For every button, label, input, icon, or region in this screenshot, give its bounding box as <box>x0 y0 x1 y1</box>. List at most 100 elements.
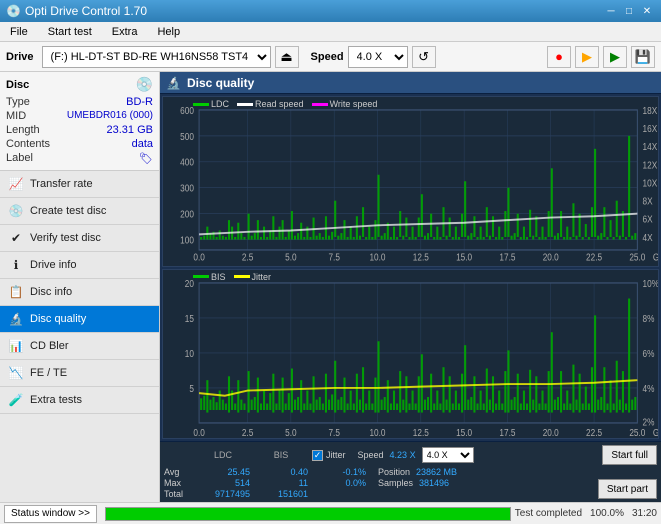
menu-file[interactable]: File <box>4 24 34 40</box>
chart2-svg: 20 15 10 5 10% 8% 6% 4% 2% 0.0 2.5 5.0 7… <box>163 270 658 439</box>
save-button[interactable]: 💾 <box>631 46 655 68</box>
content-header-icon: 🔬 <box>166 76 181 90</box>
create-disc-icon: 💿 <box>8 203 24 219</box>
svg-text:25.0: 25.0 <box>629 427 645 438</box>
chart-ldc: LDC Read speed Write speed <box>162 96 659 267</box>
samples-value: 381496 <box>419 478 449 488</box>
sidebar: Disc 💿 Type BD-R MID UMEBDR016 (000) Len… <box>0 72 160 502</box>
sidebar-item-label: Create test disc <box>30 205 106 217</box>
fe-te-icon: 📉 <box>8 365 24 381</box>
stats-data-rows: Avg 25.45 0.40 -0.1% Position 23862 MB M… <box>164 467 657 499</box>
sidebar-item-create-test-disc[interactable]: 💿 Create test disc <box>0 198 159 225</box>
svg-text:7.5: 7.5 <box>328 427 339 438</box>
disc-length-value: 23.31 GB <box>107 124 153 136</box>
disc-info-icon: 📋 <box>8 284 24 300</box>
total-label: Total <box>164 489 192 499</box>
status-window-button[interactable]: Status window >> <box>4 505 97 523</box>
svg-text:7.5: 7.5 <box>328 251 339 262</box>
disc-contents-label: Contents <box>6 138 50 150</box>
start-part-container: Start part <box>598 479 657 499</box>
sidebar-item-disc-info[interactable]: 📋 Disc info <box>0 279 159 306</box>
disc-panel-title: Disc <box>6 79 29 91</box>
sidebar-item-extra-tests[interactable]: 🧪 Extra tests <box>0 387 159 414</box>
content-area: 🔬 Disc quality LDC Read speed <box>160 72 661 502</box>
maximize-button[interactable]: □ <box>621 3 637 19</box>
sidebar-item-disc-quality[interactable]: 🔬 Disc quality <box>0 306 159 333</box>
sidebar-item-fe-te[interactable]: 📉 FE / TE <box>0 360 159 387</box>
ldc-legend-label: LDC <box>211 99 229 109</box>
svg-text:18X: 18X <box>643 105 658 116</box>
svg-text:GB: GB <box>653 427 658 438</box>
app-title-area: 💿 Opti Drive Control 1.70 <box>6 4 147 18</box>
transfer-rate-icon: 📈 <box>8 176 24 192</box>
read-speed-legend-label: Read speed <box>255 99 304 109</box>
svg-text:0.0: 0.0 <box>193 251 204 262</box>
toolbar-btn-2[interactable]: ▶ <box>575 46 599 68</box>
avg-label: Avg <box>164 467 192 477</box>
svg-text:25.0: 25.0 <box>629 251 645 262</box>
drive-label: Drive <box>6 51 34 63</box>
speed-stat-selector[interactable]: 4.0 X <box>422 447 474 463</box>
speed-selector[interactable]: 4.0 X <box>348 46 408 68</box>
sidebar-item-label: Disc info <box>30 286 72 298</box>
svg-text:4%: 4% <box>643 382 655 393</box>
svg-text:5.0: 5.0 <box>285 251 296 262</box>
stats-bottom: LDC BIS ✓ Jitter Speed 4.23 X 4.0 X Star… <box>160 441 661 502</box>
stats-cols: Avg 25.45 0.40 -0.1% Position 23862 MB M… <box>164 467 594 499</box>
sidebar-item-transfer-rate[interactable]: 📈 Transfer rate <box>0 171 159 198</box>
total-ldc: 9717495 <box>196 489 250 499</box>
svg-text:400: 400 <box>180 157 194 168</box>
sidebar-item-cd-bler[interactable]: 📊 CD Bler <box>0 333 159 360</box>
minimize-button[interactable]: ─ <box>603 3 619 19</box>
statusbar: Status window >> Test completed 100.0% 3… <box>0 502 661 524</box>
sidebar-item-label: Extra tests <box>30 394 82 406</box>
start-full-button[interactable]: Start full <box>602 445 657 465</box>
chart-bis: BIS Jitter <box>162 269 659 440</box>
disc-quality-icon: 🔬 <box>8 311 24 327</box>
eject-button[interactable]: ⏏ <box>275 46 299 68</box>
svg-text:15: 15 <box>185 312 194 323</box>
main-area: Disc 💿 Type BD-R MID UMEBDR016 (000) Len… <box>0 72 661 502</box>
menu-extra[interactable]: Extra <box>106 24 144 40</box>
jitter-checkbox[interactable]: ✓ <box>312 450 323 461</box>
svg-text:15.0: 15.0 <box>456 251 472 262</box>
verify-disc-icon: ✔ <box>8 230 24 246</box>
svg-text:12X: 12X <box>643 159 658 170</box>
app-title: Opti Drive Control 1.70 <box>25 4 147 18</box>
sidebar-item-verify-test-disc[interactable]: ✔ Verify test disc <box>0 225 159 252</box>
content-title: Disc quality <box>187 76 254 90</box>
progress-bar-fill <box>106 508 510 520</box>
refresh-button[interactable]: ↺ <box>412 46 436 68</box>
sidebar-item-label: Transfer rate <box>30 178 93 190</box>
menu-help[interactable]: Help <box>151 24 186 40</box>
max-ldc: 514 <box>196 478 250 488</box>
app-icon: 💿 <box>6 4 21 18</box>
chart2-legend: BIS Jitter <box>193 272 271 282</box>
menu-start-test[interactable]: Start test <box>42 24 98 40</box>
start-part-button[interactable]: Start part <box>598 479 657 499</box>
toolbar-btn-3[interactable]: ▶ <box>603 46 627 68</box>
status-time: 31:20 <box>632 508 657 519</box>
total-bis: 151601 <box>254 489 308 499</box>
svg-text:8%: 8% <box>643 312 655 323</box>
svg-text:12.5: 12.5 <box>413 251 429 262</box>
svg-text:14X: 14X <box>643 141 658 152</box>
svg-text:22.5: 22.5 <box>586 251 602 262</box>
stats-max-row: Max 514 11 0.0% Samples 381496 <box>164 478 594 488</box>
sidebar-nav: 📈 Transfer rate 💿 Create test disc ✔ Ver… <box>0 171 159 414</box>
disc-panel: Disc 💿 Type BD-R MID UMEBDR016 (000) Len… <box>0 72 159 171</box>
svg-text:5.0: 5.0 <box>285 427 296 438</box>
avg-ldc: 25.45 <box>196 467 250 477</box>
position-label: Position <box>378 467 410 477</box>
col-ldc-header: LDC <box>196 450 250 460</box>
window-controls: ─ □ ✕ <box>603 3 655 19</box>
stats-headers-row: LDC BIS ✓ Jitter Speed 4.23 X 4.0 X Star… <box>164 445 657 465</box>
drive-toolbar: Drive (F:) HL-DT-ST BD-RE WH16NS58 TST4 … <box>0 42 661 72</box>
close-button[interactable]: ✕ <box>639 3 655 19</box>
sidebar-item-drive-info[interactable]: ℹ Drive info <box>0 252 159 279</box>
stats-avg-row: Avg 25.45 0.40 -0.1% Position 23862 MB <box>164 467 594 477</box>
toolbar-btn-1[interactable]: ● <box>547 46 571 68</box>
svg-text:10.0: 10.0 <box>369 251 385 262</box>
drive-selector[interactable]: (F:) HL-DT-ST BD-RE WH16NS58 TST4 <box>42 46 271 68</box>
write-speed-legend-label: Write speed <box>330 99 378 109</box>
